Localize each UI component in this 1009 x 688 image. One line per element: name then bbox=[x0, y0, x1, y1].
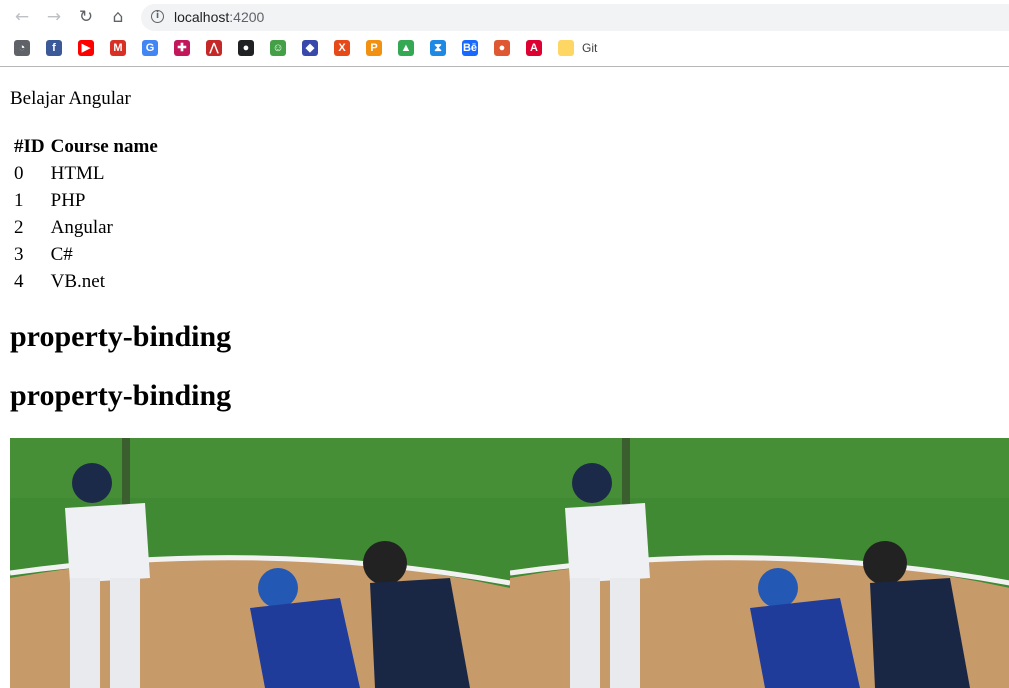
hourglass-icon[interactable]: ⧗ bbox=[430, 40, 446, 56]
x-logo-icon[interactable]: X bbox=[334, 40, 350, 56]
cell-id: 2 bbox=[14, 216, 24, 238]
site-info-icon[interactable]: i bbox=[151, 10, 164, 23]
url-port: :4200 bbox=[229, 9, 265, 25]
crest-icon[interactable]: ◆ bbox=[302, 40, 318, 56]
browser-toolbar: ← → ↻ ⌂ i localhost:4200 bbox=[0, 0, 1009, 34]
cell-id: 4 bbox=[14, 270, 24, 292]
back-arrow-icon[interactable]: ← bbox=[10, 5, 34, 29]
reload-icon[interactable]: ↻ bbox=[74, 5, 98, 29]
assassins-icon[interactable]: ⋀ bbox=[206, 40, 222, 56]
table-row: 2 Angular bbox=[12, 214, 160, 241]
table-header-row: #ID Course name bbox=[12, 133, 160, 160]
intro-text: Belajar Angular bbox=[10, 88, 131, 109]
url-text[interactable]: localhost:4200 bbox=[174, 9, 264, 25]
home-icon[interactable]: ⌂ bbox=[106, 5, 130, 29]
bookmark-folder-git[interactable]: Git bbox=[582, 41, 597, 55]
table-row: 3 C# bbox=[12, 241, 160, 268]
angular-icon[interactable]: A bbox=[526, 40, 542, 56]
cell-id: 3 bbox=[14, 243, 24, 265]
google-translate-icon[interactable]: G bbox=[142, 40, 158, 56]
speedometer-icon[interactable]: ◔ bbox=[14, 40, 30, 56]
frog-icon[interactable]: ☺ bbox=[270, 40, 286, 56]
header-id: #ID bbox=[14, 135, 45, 157]
table-row: 1 PHP bbox=[12, 187, 160, 214]
cell-course: HTML bbox=[50, 162, 105, 184]
cell-id: 0 bbox=[14, 162, 24, 184]
youtube-icon[interactable]: ▶ bbox=[78, 40, 94, 56]
hat-icon[interactable]: ● bbox=[238, 40, 254, 56]
heading-property-binding: property-binding bbox=[10, 320, 232, 353]
header-course-name: Course name bbox=[50, 135, 158, 157]
cell-id: 1 bbox=[14, 189, 24, 211]
gamepad-icon[interactable]: ✚ bbox=[174, 40, 190, 56]
heading-property-binding: property-binding bbox=[10, 379, 232, 412]
cell-course: C# bbox=[50, 243, 73, 265]
forward-arrow-icon[interactable]: → bbox=[42, 5, 66, 29]
table-row: 0 HTML bbox=[12, 160, 160, 187]
cell-course: Angular bbox=[50, 216, 113, 238]
folder-icon[interactable] bbox=[558, 40, 574, 56]
facebook-icon[interactable]: f bbox=[46, 40, 62, 56]
phpmyadmin-icon[interactable]: P bbox=[366, 40, 382, 56]
cell-course: VB.net bbox=[50, 270, 105, 292]
courses-table: #ID Course name 0 HTML 1 PHP 2 Angular 3… bbox=[10, 133, 162, 295]
address-bar[interactable]: i localhost:4200 bbox=[141, 4, 1009, 31]
gmail-icon[interactable]: M bbox=[110, 40, 126, 56]
google-drive-icon[interactable]: ▲ bbox=[398, 40, 414, 56]
url-host: localhost bbox=[174, 9, 230, 25]
baseball-photo bbox=[10, 438, 510, 688]
duckduckgo-icon[interactable]: ● bbox=[494, 40, 510, 56]
baseball-photo bbox=[510, 438, 1009, 688]
cell-course: PHP bbox=[50, 189, 86, 211]
behance-icon[interactable]: Bē bbox=[462, 40, 478, 56]
table-row: 4 VB.net bbox=[12, 268, 160, 295]
